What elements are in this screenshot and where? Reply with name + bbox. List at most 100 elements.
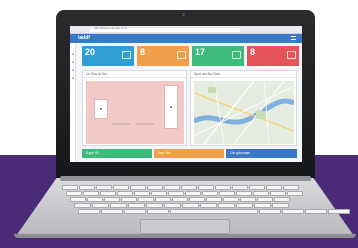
side-navigation [70, 43, 76, 162]
laptop-base-edge [14, 234, 356, 238]
keyboard-key[interactable] [74, 203, 91, 208]
keyboard-key[interactable] [254, 203, 271, 208]
stat-card-orange[interactable]: 8 [137, 46, 189, 66]
keyboard-key[interactable] [198, 185, 214, 190]
keyboard-key[interactable] [328, 209, 350, 214]
keyboard-key[interactable] [249, 185, 265, 190]
nav-dot[interactable] [72, 61, 74, 63]
keyboard-key[interactable] [223, 197, 239, 202]
stat-icon [122, 51, 131, 59]
keyboard-key[interactable] [155, 197, 171, 202]
keyboard-key[interactable] [272, 203, 289, 208]
keyboard-key[interactable] [79, 185, 95, 190]
trackpad[interactable] [140, 219, 230, 234]
stat-value: 8 [140, 47, 146, 57]
keyboard-key[interactable] [147, 185, 163, 190]
keyboard-key[interactable] [202, 191, 218, 196]
keyboard-key[interactable] [189, 197, 205, 202]
keyboard-key[interactable] [92, 203, 109, 208]
keyboard-key[interactable] [110, 203, 127, 208]
keyboard-key[interactable] [66, 191, 82, 196]
keyboard-key[interactable] [287, 191, 303, 196]
document-card[interactable] [164, 85, 178, 129]
menu-icon[interactable] [291, 36, 296, 40]
keyboard-key[interactable] [305, 209, 327, 214]
keyboard-key[interactable] [240, 197, 256, 202]
keyboard-key[interactable] [151, 191, 167, 196]
keyboard-key[interactable] [101, 209, 123, 214]
users-icon [232, 51, 241, 59]
keyboard-key[interactable] [130, 185, 146, 190]
keyboard-key[interactable] [78, 209, 100, 214]
keyboard-key[interactable] [181, 185, 197, 190]
panel-header: Uu Sno al Stn [83, 71, 186, 78]
left-panel: Uu Sno al Stn [82, 70, 187, 146]
address-bar[interactable]: http://www.example.com/ [90, 26, 240, 32]
keyboard-row [62, 185, 299, 190]
keyboard-key[interactable] [172, 197, 188, 202]
browser-toolbar: http://www.example.com/ [70, 26, 302, 34]
keyboard-key[interactable] [87, 197, 103, 202]
keyboard-row [66, 191, 303, 196]
keyboard-key[interactable] [146, 203, 163, 208]
keyboard-key[interactable] [170, 209, 258, 214]
keyboard-key[interactable] [218, 203, 235, 208]
keyboard-key[interactable] [147, 209, 169, 214]
keyboard-key[interactable] [185, 191, 201, 196]
keyboard-key[interactable] [253, 191, 269, 196]
document-card[interactable] [94, 99, 108, 119]
panel-pink-canvas [86, 81, 184, 144]
stat-card-green[interactable]: 17 [192, 46, 244, 66]
keyboard-key[interactable] [113, 185, 129, 190]
footer-button-green[interactable]: Sqpe Sli [82, 149, 152, 158]
keyboard-key[interactable] [168, 191, 184, 196]
keyboard-key[interactable] [282, 209, 304, 214]
keyboard-key[interactable] [259, 209, 281, 214]
stat-card-red[interactable]: 8 [247, 46, 299, 66]
footer-button-blue[interactable]: Gle gdomase [226, 149, 297, 158]
keyboard-key[interactable] [62, 185, 78, 190]
document-mark [100, 108, 102, 110]
keyboard-key[interactable] [117, 191, 133, 196]
city-map[interactable] [194, 81, 294, 144]
keyboard-row [78, 209, 350, 214]
keyboard-key[interactable] [128, 203, 145, 208]
keyboard-key[interactable] [138, 197, 154, 202]
keyboard-key[interactable] [232, 185, 248, 190]
keyboard-key[interactable] [164, 203, 181, 208]
footer-button-orange[interactable]: Snp Sne [154, 149, 224, 158]
keyboard-key[interactable] [124, 209, 146, 214]
laptop-scene: http://www.example.com/ iaddf 20 8 17 8 [0, 0, 358, 248]
keyboard-key[interactable] [100, 191, 116, 196]
stat-card-blue[interactable]: 20 [82, 46, 134, 66]
keyboard-key[interactable] [104, 197, 120, 202]
divider-bar [136, 123, 154, 125]
keyboard-key[interactable] [182, 203, 199, 208]
webcam [182, 13, 185, 16]
keyboard-key[interactable] [206, 197, 222, 202]
keyboard-key[interactable] [257, 197, 273, 202]
nav-dot[interactable] [72, 69, 74, 71]
keyboard-key[interactable] [274, 197, 290, 202]
keyboard-key[interactable] [270, 191, 286, 196]
keyboard-key[interactable] [200, 203, 217, 208]
map-panel: Spor ast Bo Olsin [190, 70, 297, 146]
keyboard-key[interactable] [134, 191, 150, 196]
footer-button-label: Gle gdomase [230, 151, 251, 155]
keyboard-key[interactable] [215, 185, 231, 190]
keyboard-key[interactable] [164, 185, 180, 190]
keyboard-key[interactable] [96, 185, 112, 190]
nav-dot[interactable] [72, 77, 74, 79]
stat-value: 17 [195, 47, 206, 57]
keyboard-key[interactable] [219, 191, 235, 196]
keyboard-key[interactable] [70, 197, 86, 202]
document-mark [170, 106, 172, 108]
keyboard-key[interactable] [236, 203, 253, 208]
keyboard-key[interactable] [121, 197, 137, 202]
nav-dot[interactable] [72, 53, 74, 55]
keyboard-key[interactable] [266, 185, 282, 190]
map-graphic [194, 81, 294, 144]
keyboard-key[interactable] [236, 191, 252, 196]
keyboard-key[interactable] [283, 185, 299, 190]
keyboard-key[interactable] [83, 191, 99, 196]
